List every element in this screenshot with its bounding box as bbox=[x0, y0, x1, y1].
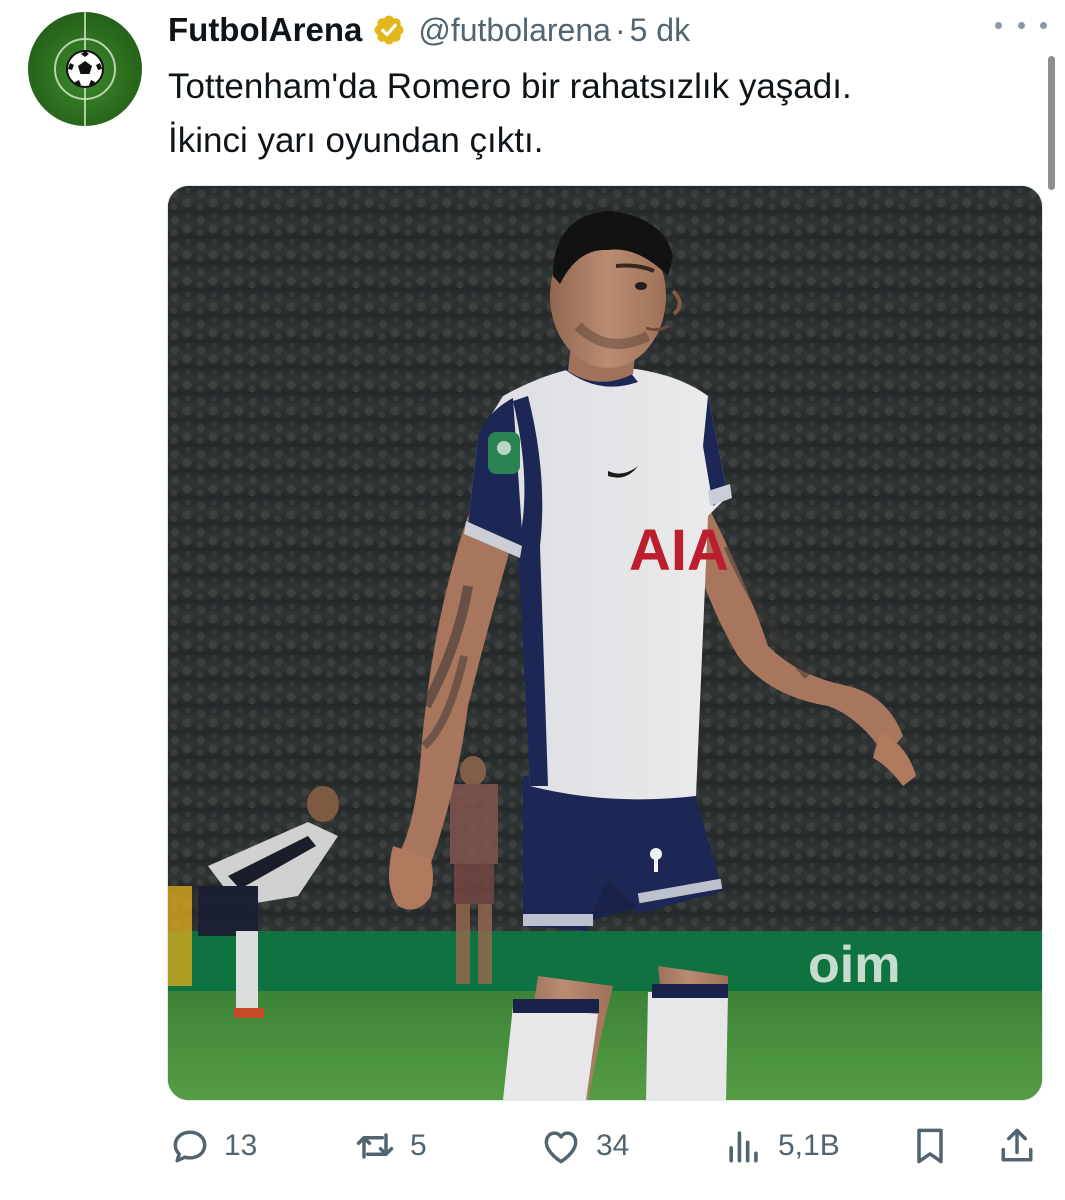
dot-separator: · bbox=[614, 11, 626, 48]
tweet-text-line: İkinci yarı oyundan çıktı. bbox=[168, 121, 544, 160]
timestamp[interactable]: 5 dk bbox=[630, 12, 690, 49]
more-dot bbox=[1040, 21, 1047, 29]
football-icon bbox=[66, 50, 104, 88]
views-button[interactable]: 5,1B bbox=[722, 1120, 840, 1172]
reply-count: 13 bbox=[224, 1129, 258, 1162]
reply-icon bbox=[173, 1130, 207, 1163]
views-icon bbox=[729, 1131, 758, 1163]
tweet-text: Tottenham'da Romero bir rahatsızlık yaşa… bbox=[168, 60, 1028, 168]
more-dot bbox=[1017, 21, 1025, 29]
share-button[interactable] bbox=[995, 1120, 1039, 1172]
tweet-text-line: Tottenham'da Romero bir rahatsızlık yaşa… bbox=[168, 67, 852, 106]
share-icon bbox=[1001, 1128, 1033, 1162]
retweet-icon bbox=[356, 1133, 394, 1159]
more-dot bbox=[995, 21, 1002, 29]
author-name[interactable]: FutbolArena bbox=[168, 11, 362, 49]
scrollbar[interactable] bbox=[1048, 56, 1055, 190]
verified-badge-icon bbox=[374, 15, 404, 45]
avatar[interactable] bbox=[28, 12, 142, 126]
bookmark-button[interactable] bbox=[908, 1120, 952, 1172]
like-count: 34 bbox=[596, 1129, 630, 1162]
bookmark-icon bbox=[917, 1128, 943, 1164]
tweet-action-bar: 13 5 34 5,1B bbox=[0, 1120, 1065, 1172]
retweet-button[interactable]: 5 bbox=[352, 1120, 427, 1172]
heart-icon bbox=[544, 1131, 578, 1164]
more-options-icon[interactable] bbox=[995, 12, 1047, 38]
like-button[interactable]: 34 bbox=[538, 1120, 629, 1172]
video-frame: oim AIA bbox=[168, 186, 1042, 1100]
author-handle[interactable]: @futbolarena bbox=[418, 12, 611, 49]
views-count: 5,1B bbox=[778, 1129, 840, 1162]
tweet-media-video[interactable]: oim AIA bbox=[167, 185, 1043, 1101]
tweet-header: FutbolArena @futbolarena · 5 dk bbox=[168, 8, 690, 52]
reply-button[interactable]: 13 bbox=[168, 1120, 257, 1172]
retweet-count: 5 bbox=[410, 1129, 427, 1162]
